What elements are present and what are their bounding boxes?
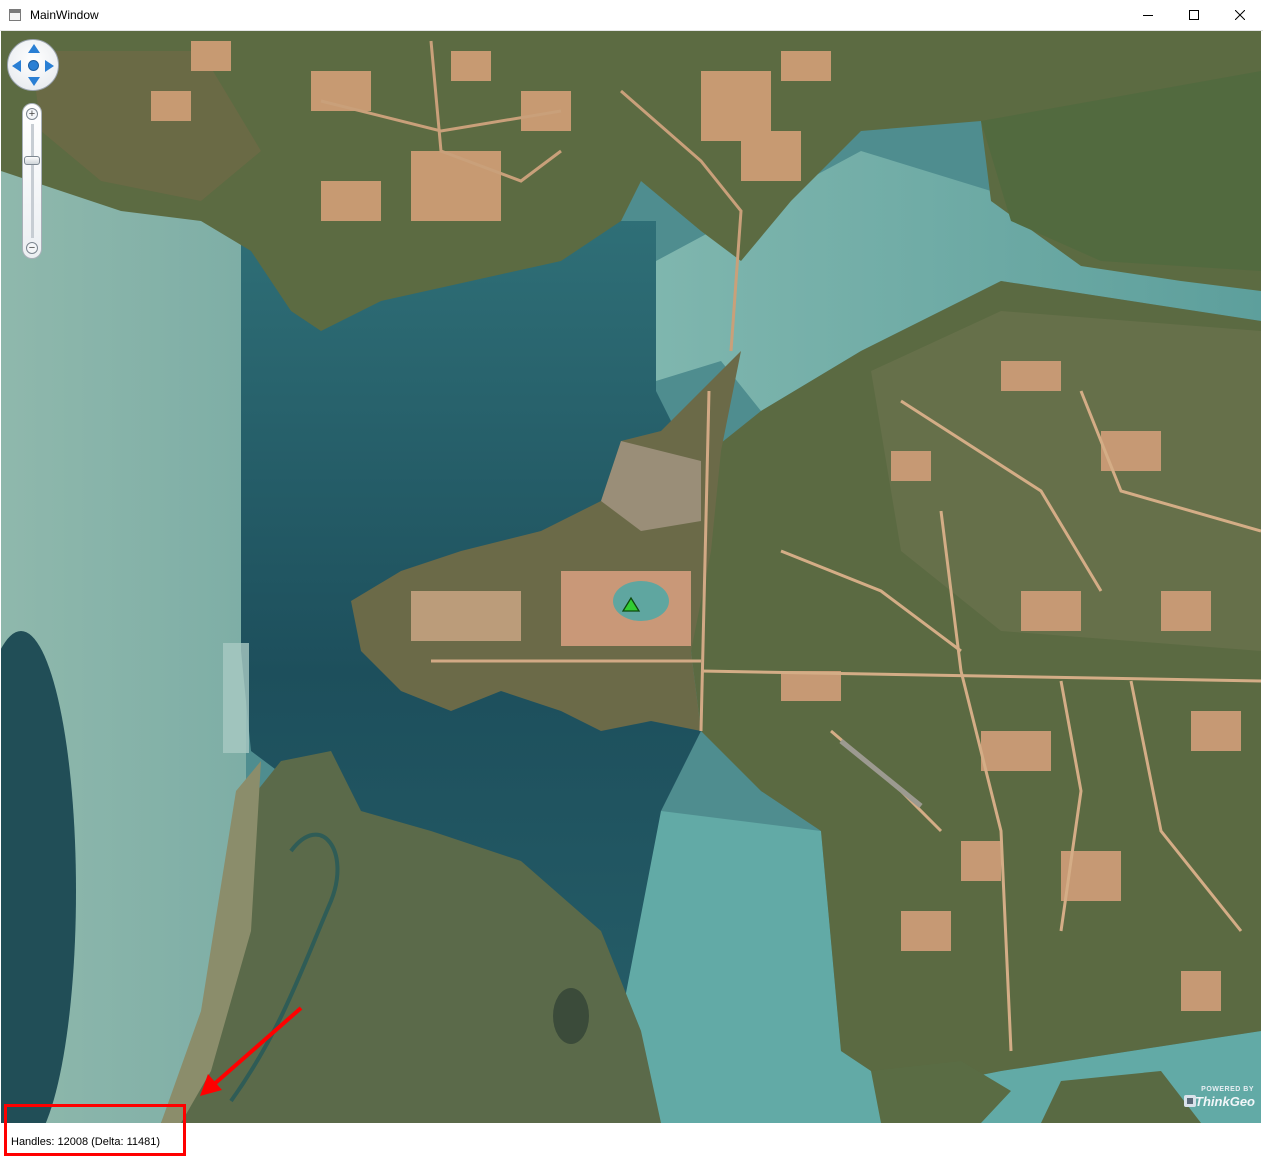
pan-control[interactable] xyxy=(7,39,59,91)
zoom-track[interactable] xyxy=(31,124,34,238)
pan-down-icon[interactable] xyxy=(28,77,40,86)
zoom-in-button[interactable]: + xyxy=(26,108,38,120)
window-title: MainWindow xyxy=(30,8,99,22)
minimize-button[interactable] xyxy=(1125,0,1171,30)
map-view[interactable]: + − POWERED BY ThinkGeo xyxy=(1,31,1261,1123)
close-icon xyxy=(1235,10,1245,20)
minimize-icon xyxy=(1143,15,1153,16)
pan-center-icon[interactable] xyxy=(28,60,39,71)
pan-right-icon[interactable] xyxy=(45,60,54,72)
annotation-highlight-box xyxy=(4,1104,186,1156)
title-bar: MainWindow xyxy=(0,0,1263,31)
app-window-icon xyxy=(9,9,21,21)
pan-up-icon[interactable] xyxy=(28,44,40,53)
zoom-bar[interactable]: + − xyxy=(22,103,42,259)
satellite-imagery xyxy=(1,31,1261,1123)
maximize-button[interactable] xyxy=(1171,0,1217,30)
logo-tagline: POWERED BY xyxy=(1201,1086,1254,1093)
status-bar: Handles: 12008 (Delta: 11481) xyxy=(0,1123,1263,1160)
close-button[interactable] xyxy=(1217,0,1263,30)
thinkgeo-logo: POWERED BY ThinkGeo xyxy=(1181,1086,1257,1112)
zoom-slider-thumb[interactable] xyxy=(24,156,40,165)
zoom-out-button[interactable]: − xyxy=(26,242,38,254)
pan-left-icon[interactable] xyxy=(12,60,21,72)
maximize-icon xyxy=(1189,10,1199,20)
logo-brand: ThinkGeo xyxy=(1195,1094,1255,1109)
